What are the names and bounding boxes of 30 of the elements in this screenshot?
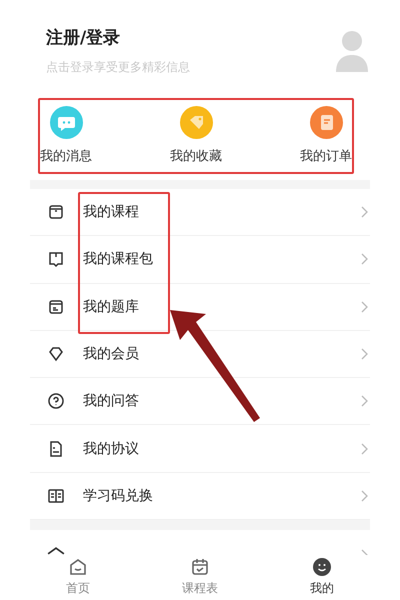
settings-icon: [47, 547, 65, 555]
message-icon: [50, 106, 82, 138]
login-title[interactable]: 注册/登录: [46, 26, 190, 49]
box-icon: [47, 203, 65, 222]
menu-item[interactable]: 我的课程包: [30, 236, 370, 284]
diamond-icon: [47, 345, 65, 364]
tab[interactable]: 我的: [292, 555, 352, 600]
chevron-icon: [360, 300, 368, 313]
tab[interactable]: 课程表: [164, 555, 236, 600]
menu-item[interactable]: 我的协议: [30, 425, 370, 473]
home-icon: [68, 557, 88, 577]
book-icon: [47, 250, 65, 268]
chevron-icon: [360, 490, 368, 502]
quick-link[interactable]: 我的消息: [40, 106, 92, 164]
menu-item[interactable]: 我的课程: [30, 189, 370, 236]
avatar-icon[interactable]: [334, 28, 370, 72]
chevron-icon: [360, 395, 368, 408]
question-icon: [47, 392, 65, 410]
chevron-icon: [360, 442, 368, 455]
box-icon: [47, 298, 65, 316]
chevron-icon: [360, 253, 368, 266]
calendar-icon: [190, 557, 210, 577]
tab[interactable]: 首页: [48, 555, 108, 600]
quick-link[interactable]: 我的订单: [300, 106, 352, 164]
quick-link[interactable]: 我的收藏: [170, 106, 222, 164]
tag-icon: [180, 106, 212, 138]
chevron-icon: [360, 206, 368, 218]
document-icon: [310, 106, 342, 138]
book-icon: [47, 486, 65, 505]
chevron-icon: [360, 348, 368, 360]
